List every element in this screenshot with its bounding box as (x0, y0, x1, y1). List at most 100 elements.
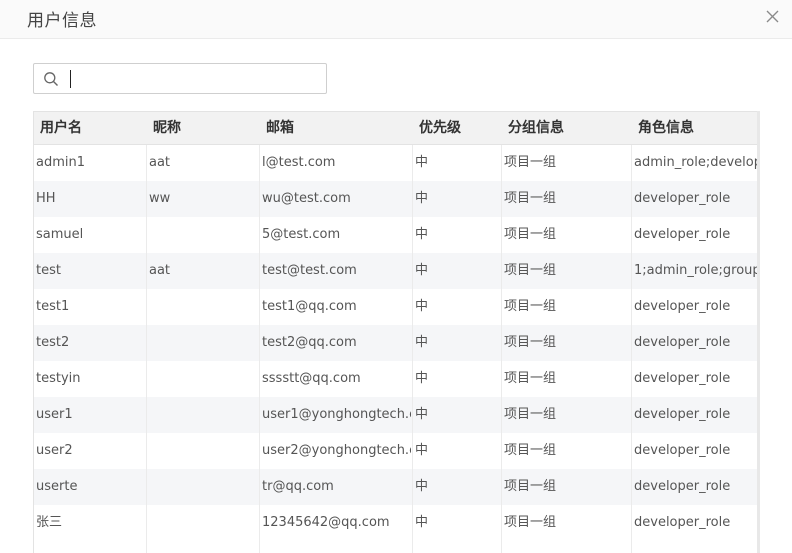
cell-priority: 中 (415, 263, 429, 278)
cell-role: developer_role (634, 407, 731, 422)
cell-group: 项目一组 (504, 335, 557, 350)
cell-username: admin1 (36, 155, 86, 170)
table-row[interactable]: samuel 5@test.com 中 项目一组 developer_role (34, 217, 758, 253)
close-icon (766, 10, 779, 23)
cell-username: test (36, 263, 61, 278)
cell-priority: 中 (415, 299, 429, 314)
text-caret (70, 70, 71, 88)
column-divider (501, 145, 502, 553)
cell-priority: 中 (415, 335, 429, 350)
cell-username: HH (36, 191, 56, 206)
cell-email: wu@test.com (262, 191, 351, 206)
table-row[interactable]: test2 test2@qq.com 中 项目一组 developer_role (34, 325, 758, 361)
cell-email: user2@yonghongtech.com (262, 443, 411, 458)
table-row[interactable]: HH ww wu@test.com 中 项目一组 developer_role (34, 181, 758, 217)
cell-priority: 中 (415, 479, 429, 494)
column-header-priority[interactable]: 优先级 (413, 112, 502, 145)
table-row[interactable]: test aat test@test.com 中 项目一组 1;admin_role;gr… (34, 253, 758, 289)
cell-priority: 中 (415, 227, 429, 242)
cell-email: test1@qq.com (262, 299, 357, 314)
cell-role: developer_role (634, 299, 731, 314)
cell-priority: 中 (415, 155, 429, 170)
cell-email: 5@test.com (262, 227, 341, 242)
column-divider (146, 145, 147, 553)
cell-priority: 中 (415, 443, 429, 458)
search-input[interactable] (66, 66, 321, 91)
user-table: 用户名 昵称 邮箱 优先级 分组信息 角色信息 admin1 aat l@test.com 中项… (33, 111, 759, 553)
column-header-role[interactable]: 角色信息 (632, 112, 758, 145)
table-header: 用户名 昵称 邮箱 优先级 分组信息 角色信息 (34, 112, 758, 145)
cell-group: 项目一组 (504, 443, 557, 458)
cell-username: user2 (36, 443, 73, 458)
cell-nickname (147, 433, 258, 469)
column-divider (412, 145, 413, 553)
cell-role: developer_role (634, 227, 731, 242)
dialog-title: 用户信息 (27, 11, 97, 31)
cell-username: test2 (36, 335, 70, 350)
cell-group: 项目一组 (504, 155, 557, 170)
close-button[interactable] (762, 6, 784, 28)
cell-nickname (147, 325, 258, 361)
cell-role: developer_role (634, 443, 731, 458)
cell-email: test@test.com (262, 263, 357, 278)
cell-nickname: aat (149, 155, 171, 170)
cell-nickname (147, 397, 258, 433)
cell-email: l@test.com (262, 155, 336, 170)
cell-nickname (147, 469, 258, 505)
column-header-username[interactable]: 用户名 (34, 112, 147, 145)
cell-priority: 中 (415, 407, 429, 422)
horizontal-scroll-edge[interactable] (757, 111, 760, 553)
cell-group: 项目一组 (504, 191, 557, 206)
cell-email: test2@qq.com (262, 335, 357, 350)
cell-email: user1@yonghongtech.com (262, 407, 411, 422)
table-row[interactable]: admin1 aat l@test.com 中 项目一组 admin_role;devel… (34, 145, 759, 181)
column-header-email[interactable]: 邮箱 (260, 112, 413, 145)
table-row[interactable]: test1 test1@qq.com 中 项目一组 developer_role (34, 289, 758, 325)
table-row[interactable]: testyin sssstt@qq.com 中 项目一组 developer_role (34, 361, 758, 397)
cell-role: developer_role (634, 371, 731, 386)
cell-nickname (147, 505, 258, 541)
table-row[interactable]: user1 user1@yonghongtech.com 中 项目一组 develope… (34, 397, 758, 433)
column-header-nickname[interactable]: 昵称 (147, 112, 260, 145)
cell-role: developer_role (634, 191, 731, 206)
cell-group: 项目一组 (504, 227, 557, 242)
cell-role: 1;admin_role;group_role (634, 263, 758, 278)
cell-group: 项目一组 (504, 479, 557, 494)
column-header-group[interactable]: 分组信息 (502, 112, 632, 145)
cell-priority: 中 (415, 515, 429, 530)
column-divider (259, 145, 260, 553)
cell-role: admin_role;developer_role (634, 155, 759, 170)
cell-username: userte (36, 479, 78, 494)
cell-nickname (147, 217, 258, 253)
cell-username: test1 (36, 299, 70, 314)
cell-priority: 中 (415, 371, 429, 386)
search-icon (44, 72, 58, 86)
cell-group: 项目一组 (504, 299, 557, 314)
cell-priority: 中 (415, 191, 429, 206)
table-row[interactable]: userte tr@qq.com 中 项目一组 developer_role (34, 469, 758, 505)
cell-email: 12345642@qq.com (262, 515, 390, 530)
cell-nickname: ww (149, 191, 171, 206)
cell-group: 项目一组 (504, 371, 557, 386)
cell-email: tr@qq.com (262, 479, 334, 494)
cell-username: 张三 (36, 515, 63, 530)
cell-group: 项目一组 (504, 515, 557, 530)
table-row[interactable]: 张三 12345642@qq.com 中 项目一组 developer_role (34, 505, 758, 541)
cell-nickname (147, 289, 258, 325)
user-info-dialog: 用户信息 用户名 昵称 邮箱 优先级 分组信息 角色信息 admin1 aat l@test.… (0, 0, 792, 553)
cell-username: testyin (36, 371, 81, 386)
cell-role: developer_role (634, 515, 731, 530)
table-row[interactable]: user2 user2@yonghongtech.com 中 项目一组 develope… (34, 433, 758, 469)
dialog-header: 用户信息 (0, 0, 792, 39)
cell-role: developer_role (634, 479, 731, 494)
cell-username: samuel (36, 227, 84, 242)
cell-group: 项目一组 (504, 263, 557, 278)
cell-username: user1 (36, 407, 73, 422)
cell-email: sssstt@qq.com (262, 371, 361, 386)
cell-role: developer_role (634, 335, 731, 350)
cell-nickname (147, 361, 258, 397)
cell-group: 项目一组 (504, 407, 557, 422)
search-box[interactable] (33, 63, 327, 94)
cell-nickname: aat (149, 263, 171, 278)
column-divider (631, 145, 632, 553)
